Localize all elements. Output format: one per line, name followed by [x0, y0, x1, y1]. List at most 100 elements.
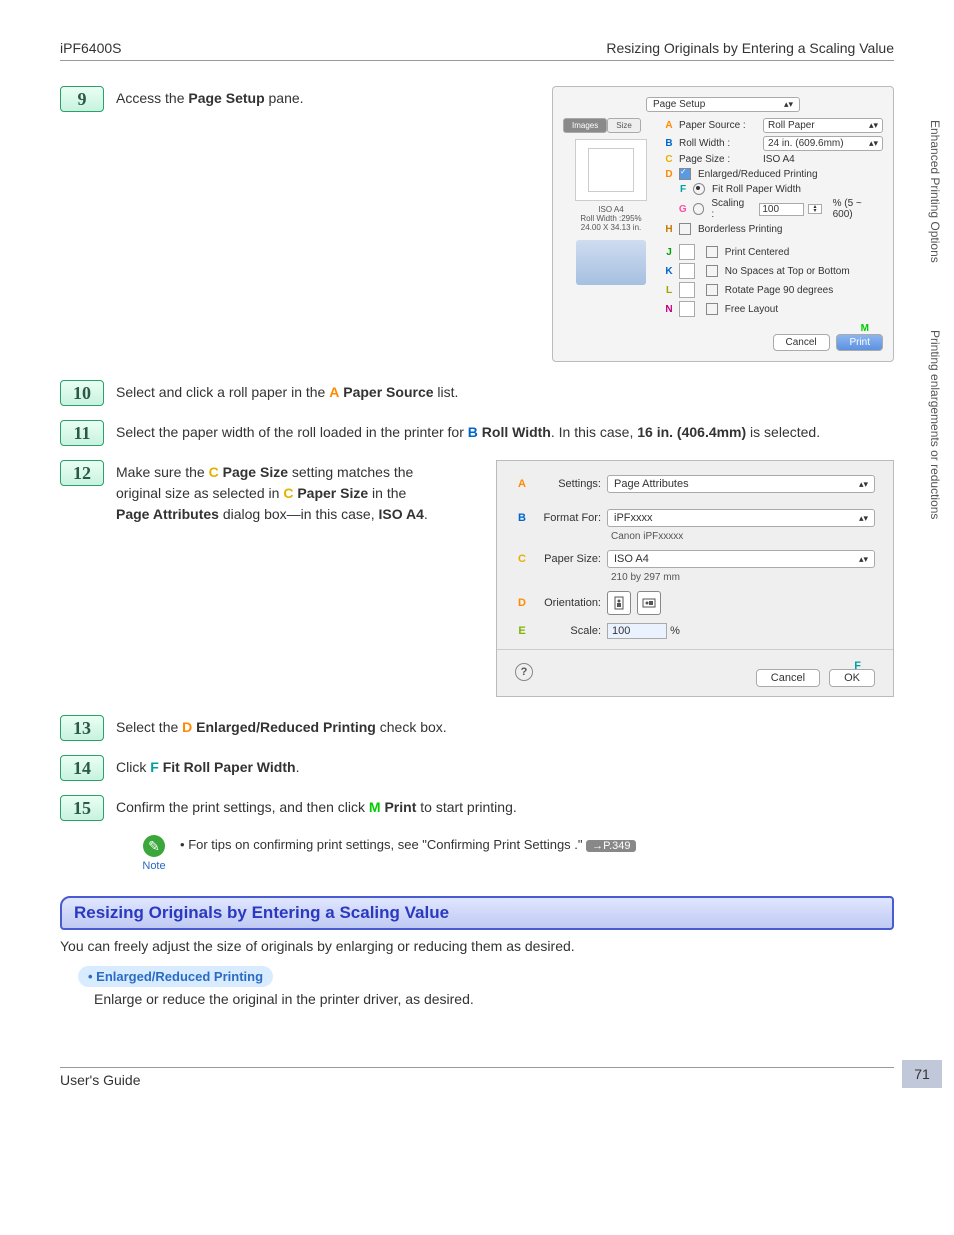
free-layout-checkbox[interactable]: [706, 303, 718, 315]
page-setup-dropdown[interactable]: Page Setup ▴▾: [646, 97, 800, 112]
rotate-checkbox[interactable]: [706, 284, 718, 296]
ok-button[interactable]: OK: [829, 669, 875, 687]
note-box: ✎ Note • For tips on confirming print se…: [140, 835, 894, 872]
label: %: [670, 625, 680, 637]
person-portrait-icon: [612, 596, 626, 610]
tag-F: F: [677, 184, 689, 195]
roll-width-select[interactable]: 24 in. (609.6mm)▴▾: [763, 136, 883, 151]
tag-A: A: [515, 478, 529, 490]
label: Scaling :: [711, 198, 748, 220]
help-button[interactable]: ?: [515, 663, 533, 681]
label: Orientation:: [531, 597, 601, 609]
step-number: 15: [60, 795, 104, 821]
text: Confirm the print settings, and then cli…: [116, 799, 369, 815]
page: iPF6400S Resizing Originals by Entering …: [0, 0, 954, 1128]
section-desc: You can freely adjust the size of origin…: [60, 938, 894, 954]
borderless-checkbox[interactable]: [679, 223, 691, 235]
chevron-updown-icon: ▴▾: [869, 120, 878, 131]
label: % (5 ~ 600): [833, 198, 883, 220]
print-centered-icon: [679, 244, 695, 260]
tab-images[interactable]: Images: [563, 118, 607, 133]
section-title: Resizing Originals by Entering a Scaling…: [74, 903, 449, 922]
label: Format For:: [531, 512, 601, 524]
tag-A: A: [663, 120, 675, 131]
scaling-input[interactable]: 100: [759, 203, 804, 216]
step-number: 9: [60, 86, 104, 112]
print-button[interactable]: Print: [836, 334, 883, 351]
header-right: Resizing Originals by Entering a Scaling…: [606, 40, 894, 56]
text: Select the: [116, 719, 182, 735]
page-number: 71: [902, 1060, 942, 1088]
chevron-updown-icon: ▴▾: [784, 99, 793, 110]
orientation-portrait-button[interactable]: [607, 591, 631, 615]
text: Print: [384, 799, 416, 815]
footer-left: User's Guide: [60, 1072, 140, 1088]
orientation-landscape-button[interactable]: [637, 591, 661, 615]
scaling-stepper[interactable]: ▴▾: [808, 204, 822, 214]
scale-input[interactable]: 100: [607, 623, 667, 639]
chevron-updown-icon: ▴▾: [859, 554, 868, 565]
text: Paper Source: [343, 384, 433, 400]
tag-H: H: [663, 224, 675, 235]
step-number: 10: [60, 380, 104, 406]
settings-select[interactable]: Page Attributes▴▾: [607, 475, 875, 493]
cancel-button[interactable]: Cancel: [773, 334, 830, 351]
step-number: 13: [60, 715, 104, 741]
paper-size-select[interactable]: ISO A4▴▾: [607, 550, 875, 568]
label: Free Layout: [725, 304, 778, 315]
scaling-radio[interactable]: [693, 203, 705, 215]
text: 16 in. (406.4mm): [637, 424, 746, 440]
no-spaces-checkbox[interactable]: [706, 265, 718, 277]
text: Fit Roll Paper Width: [163, 759, 296, 775]
preview-label: 24.00 X 34.13 in.: [563, 223, 659, 232]
text: Paper Size: [297, 485, 368, 501]
side-tab-1: Enhanced Printing Options: [928, 120, 942, 263]
fit-roll-radio[interactable]: [693, 183, 705, 195]
text: Select the paper width of the roll loade…: [116, 424, 468, 440]
cancel-button[interactable]: Cancel: [756, 669, 820, 687]
section-header: Resizing Originals by Entering a Scaling…: [60, 896, 894, 930]
printer-icon: [576, 240, 646, 285]
pencil-icon: ✎: [143, 835, 165, 857]
preview-label: ISO A4: [563, 205, 659, 214]
tag-G: G: [677, 204, 689, 215]
text: Make sure the: [116, 464, 209, 480]
text: dialog box—in this case,: [219, 506, 379, 522]
tag-N: N: [663, 304, 675, 315]
header-left: iPF6400S: [60, 40, 121, 56]
subtext: 210 by 297 mm: [611, 572, 875, 583]
text: list.: [434, 384, 459, 400]
tag-K: K: [663, 266, 675, 277]
text: Page Setup: [188, 90, 264, 106]
label: No Spaces at Top or Bottom: [725, 266, 850, 277]
enlarged-reduced-checkbox[interactable]: [679, 168, 691, 180]
tab-size[interactable]: Size: [607, 118, 641, 133]
person-landscape-icon: [642, 596, 656, 610]
label: Enlarged/Reduced Printing: [698, 169, 818, 180]
tag-C: C: [283, 485, 293, 501]
paper-source-select[interactable]: Roll Paper▴▾: [763, 118, 883, 133]
text: is selected.: [746, 424, 820, 440]
text: Roll Width: [482, 424, 551, 440]
tag-M: M: [563, 323, 883, 334]
page-header: iPF6400S Resizing Originals by Entering …: [60, 40, 894, 61]
dialog-left-pane: Images Size ISO A4 Roll Width :295% 24.0…: [563, 118, 659, 285]
text: pane.: [265, 90, 304, 106]
text: Page Setup: [653, 99, 705, 110]
step-10: 10 Select and click a roll paper in the …: [60, 380, 894, 406]
tag-C: C: [515, 553, 529, 565]
tag-B: B: [515, 512, 529, 524]
side-tab-2: Printing enlargements or reductions: [928, 330, 942, 519]
print-centered-checkbox[interactable]: [706, 246, 718, 258]
label: Paper Source :: [679, 120, 759, 131]
value: ISO A4: [763, 154, 883, 165]
rotate-icon: [679, 282, 695, 298]
step-12: 12 Make sure the C Page Size setting mat…: [60, 460, 435, 525]
page-link[interactable]: →P.349: [586, 840, 636, 852]
format-for-select[interactable]: iPFxxxx▴▾: [607, 509, 875, 527]
text: ISO A4: [378, 506, 423, 522]
label: Print Centered: [725, 247, 789, 258]
note-icon-col: ✎ Note: [140, 835, 168, 872]
tag-D: D: [182, 719, 192, 735]
label: Borderless Printing: [698, 224, 782, 235]
